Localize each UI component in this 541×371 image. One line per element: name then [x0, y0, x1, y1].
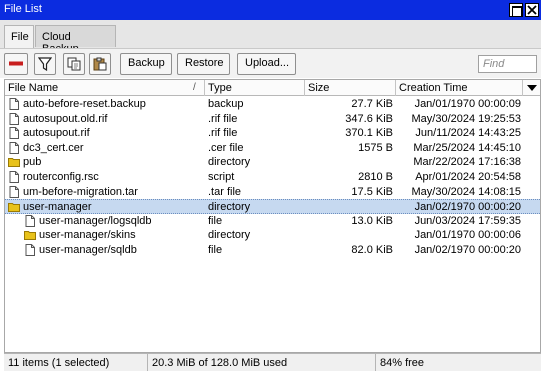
cell-file-name: dc3_cert.cer — [23, 141, 84, 154]
cell-creation-time: Jun/11/2024 14:43:25 — [415, 127, 521, 140]
cell-size: 17.5 KiB — [351, 185, 393, 198]
table-row[interactable]: user-manager/logsqldb file 13.0 KiB Jun/03/… — [5, 214, 540, 229]
cell-file-name: um-before-migration.tar — [23, 185, 138, 198]
column-menu-button[interactable] — [523, 80, 540, 96]
table-row[interactable]: user-manager/skins directory Jan/01/1970 0… — [5, 228, 540, 243]
file-icon — [8, 112, 20, 125]
paste-button[interactable] — [89, 53, 111, 75]
table-row[interactable]: autosupout.old.rif .rif file 347.6 KiB May/… — [5, 112, 540, 127]
table-row[interactable]: autosupout.rif .rif file 370.1 KiB Jun/11/2… — [5, 126, 540, 141]
folder-icon — [8, 156, 20, 168]
maximize-icon[interactable] — [509, 3, 523, 17]
cell-size: 347.6 KiB — [345, 112, 393, 125]
cell-type: .cer file — [208, 141, 244, 154]
copy-button[interactable] — [63, 53, 85, 75]
cell-creation-time: Jun/03/2024 17:59:35 — [414, 214, 521, 227]
filter-button[interactable] — [34, 53, 56, 75]
cell-type: .rif file — [208, 127, 238, 140]
cell-size: 2810 B — [358, 171, 393, 183]
cell-type: directory — [208, 229, 251, 242]
cell-creation-time: Jan/01/1970 00:00:06 — [414, 229, 521, 242]
cell-creation-time: Mar/22/2024 17:16:38 — [413, 156, 521, 169]
cell-size: 1575 B — [358, 141, 393, 154]
cell-size: 82.0 KiB — [351, 244, 393, 256]
folder-icon — [24, 229, 36, 241]
table-row[interactable]: dc3_cert.cer .cer file 1575 B Mar/25/2024 1… — [5, 141, 540, 156]
chevron-down-icon — [527, 85, 537, 91]
cell-creation-time: Jan/01/1970 00:00:09 — [414, 98, 521, 110]
upload-button[interactable]: Upload... — [237, 53, 296, 75]
title-bar: File List — [0, 0, 541, 20]
file-icon — [24, 244, 36, 256]
find-input[interactable]: Find — [478, 55, 537, 73]
status-bar: 11 items (1 selected) 20.3 MiB of 128.0 … — [4, 353, 541, 371]
cell-type: directory — [208, 156, 251, 169]
tab-file[interactable]: File — [4, 25, 34, 48]
cell-creation-time: Apr/01/2024 20:54:58 — [415, 171, 521, 183]
cell-type: file — [208, 244, 223, 256]
column-header-size[interactable]: Size — [305, 80, 396, 96]
cell-file-name: pub — [23, 156, 42, 169]
cell-file-name: user-manager/skins — [39, 229, 136, 242]
cell-file-name: user-manager — [23, 201, 92, 214]
cell-type: directory — [208, 201, 251, 214]
table-header: File Name / Type Size Creation Time — [5, 80, 540, 96]
tab-cloud-backup[interactable]: Cloud Backup — [35, 25, 116, 55]
cell-type: .rif file — [208, 112, 238, 125]
cell-type: backup — [208, 98, 244, 110]
backup-button[interactable]: Backup — [120, 53, 172, 75]
cell-file-name: routerconfig.rsc — [23, 171, 99, 183]
file-table: File Name / Type Size Creation Time auto… — [4, 79, 541, 353]
column-header-creation-time[interactable]: Creation Time — [396, 80, 523, 96]
cell-type: file — [208, 214, 223, 227]
restore-button[interactable]: Restore — [177, 53, 230, 75]
table-row[interactable]: user-manager directory Jan/02/1970 00:00:2… — [5, 199, 540, 214]
table-row[interactable]: auto-before-reset.backup backup 27.7 KiB Ja… — [5, 97, 540, 112]
cell-file-name: auto-before-reset.backup — [23, 98, 146, 110]
cell-file-name: autosupout.old.rif — [23, 112, 108, 125]
cell-creation-time: May/30/2024 14:08:15 — [411, 185, 521, 198]
status-disk-used: 20.3 MiB of 128.0 MiB used — [148, 354, 376, 371]
filter-icon — [38, 57, 52, 71]
file-icon — [8, 171, 20, 183]
column-header-type[interactable]: Type — [205, 80, 305, 96]
cell-creation-time: Jan/02/1970 00:00:20 — [414, 201, 521, 214]
sort-indicator: / — [193, 82, 196, 93]
remove-button[interactable] — [4, 53, 28, 75]
copy-icon — [67, 57, 81, 71]
cell-file-name: autosupout.rif — [23, 127, 90, 140]
toolbar: Backup Restore Upload... Find — [0, 48, 541, 78]
remove-icon — [9, 61, 23, 66]
status-item-count: 11 items (1 selected) — [4, 354, 148, 371]
cell-creation-time: May/30/2024 19:25:53 — [411, 112, 521, 125]
cell-size: 13.0 KiB — [351, 214, 393, 227]
cell-file-name: user-manager/sqldb — [39, 244, 137, 256]
tab-bar: File Cloud Backup — [0, 20, 541, 55]
column-header-label: File Name — [8, 82, 59, 94]
column-header-file-name[interactable]: File Name / — [5, 80, 205, 96]
file-icon — [8, 127, 20, 140]
cell-creation-time: Jan/02/1970 00:00:20 — [414, 244, 521, 256]
table-row[interactable]: pub directory Mar/22/2024 17:16:38 — [5, 155, 540, 170]
cell-size: 27.7 KiB — [351, 98, 393, 110]
file-icon — [24, 214, 36, 227]
window-title: File List — [4, 3, 42, 15]
cell-type: .tar file — [208, 185, 242, 198]
table-row[interactable]: um-before-migration.tar .tar file 17.5 KiB… — [5, 185, 540, 200]
file-icon — [8, 185, 20, 198]
cell-creation-time: Mar/25/2024 14:45:10 — [413, 141, 521, 154]
folder-icon — [8, 201, 20, 213]
status-disk-free: 84% free — [380, 357, 425, 369]
close-icon[interactable] — [525, 3, 539, 17]
cell-size: 370.1 KiB — [345, 127, 393, 140]
cell-type: script — [208, 171, 235, 183]
paste-icon — [93, 57, 107, 71]
table-row[interactable]: routerconfig.rsc script 2810 B Apr/01/2024 … — [5, 170, 540, 185]
table-row[interactable]: user-manager/sqldb file 82.0 KiB Jan/02/197… — [5, 243, 540, 258]
cell-file-name: user-manager/logsqldb — [39, 214, 152, 227]
file-icon — [8, 98, 20, 110]
file-icon — [8, 141, 20, 154]
